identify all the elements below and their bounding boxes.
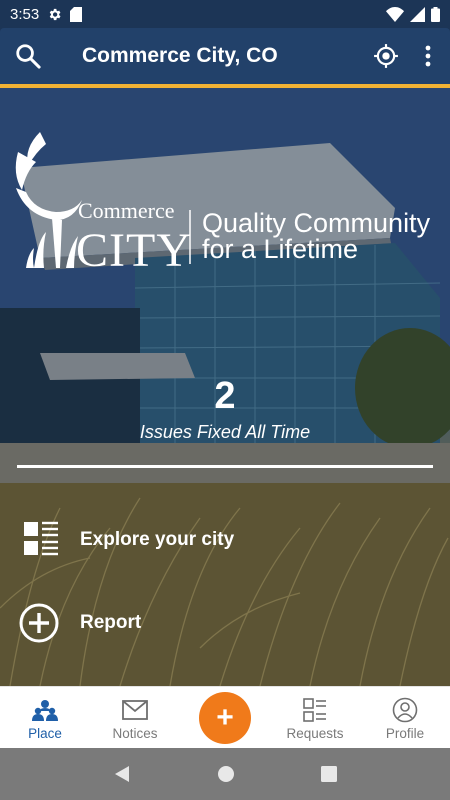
issues-fixed-label: Issues Fixed All Time	[139, 422, 311, 442]
status-time: 3:53	[10, 5, 40, 23]
logo-brand-bottom: CITY	[76, 224, 192, 277]
signal-icon	[410, 6, 425, 22]
my-location-button[interactable]	[366, 28, 406, 84]
nav-notices-label: Notices	[112, 726, 158, 741]
gear-icon	[49, 8, 61, 20]
recents-icon[interactable]	[321, 766, 337, 782]
home-icon[interactable]	[217, 765, 235, 783]
app-title: Commerce City, CO	[82, 44, 278, 67]
list-icon	[24, 521, 58, 556]
status-bar: 3:53	[0, 0, 450, 28]
nav-place[interactable]: Place	[0, 687, 90, 748]
search-button[interactable]	[0, 28, 56, 84]
mail-icon	[122, 700, 148, 720]
report-button[interactable]: Report	[18, 602, 141, 644]
nav-profile[interactable]: Profile	[360, 687, 450, 748]
report-label: Report	[80, 612, 142, 633]
commerce-city-logo: Commerce CITY Quality Community for a Li…	[15, 132, 431, 277]
requests-list-icon	[303, 698, 326, 722]
search-icon	[16, 44, 41, 69]
explore-city-label: Explore your city	[80, 529, 235, 550]
fab-plus-icon: +	[216, 700, 234, 734]
sd-card-icon	[70, 6, 83, 22]
nav-profile-label: Profile	[385, 726, 425, 741]
logo-tagline-line2: for a Lifetime	[202, 234, 358, 264]
nav-requests[interactable]: Requests	[270, 687, 360, 748]
explore-city-button[interactable]: Explore your city	[18, 521, 234, 559]
add-circle-icon	[19, 603, 59, 643]
overflow-menu-button[interactable]	[406, 28, 450, 84]
issues-fixed-count: 2	[214, 375, 236, 417]
system-navigation-bar	[0, 748, 450, 800]
stat-divider	[17, 465, 433, 468]
nav-notices[interactable]: Notices	[90, 687, 180, 748]
more-vert-icon	[425, 45, 431, 67]
back-icon[interactable]	[113, 765, 131, 783]
my-location-icon	[374, 44, 398, 68]
app-bar: Commerce City, CO	[0, 28, 450, 84]
hero-banner: Commerce CITY Quality Community for a Li…	[0, 88, 450, 686]
nav-requests-label: Requests	[286, 726, 344, 741]
nav-place-label: Place	[28, 726, 62, 741]
nav-fab-container: +	[180, 687, 270, 748]
battery-icon	[431, 6, 440, 22]
logo-brand-top: Commerce	[78, 198, 175, 223]
place-people-icon	[32, 700, 58, 721]
bottom-navigation: Place Notices + Requests Profile	[0, 686, 450, 748]
issues-fixed-stat: 2 Issues Fixed All Time	[0, 374, 450, 443]
profile-icon	[392, 697, 418, 723]
wifi-icon	[386, 6, 404, 22]
new-request-fab[interactable]: +	[199, 691, 251, 744]
